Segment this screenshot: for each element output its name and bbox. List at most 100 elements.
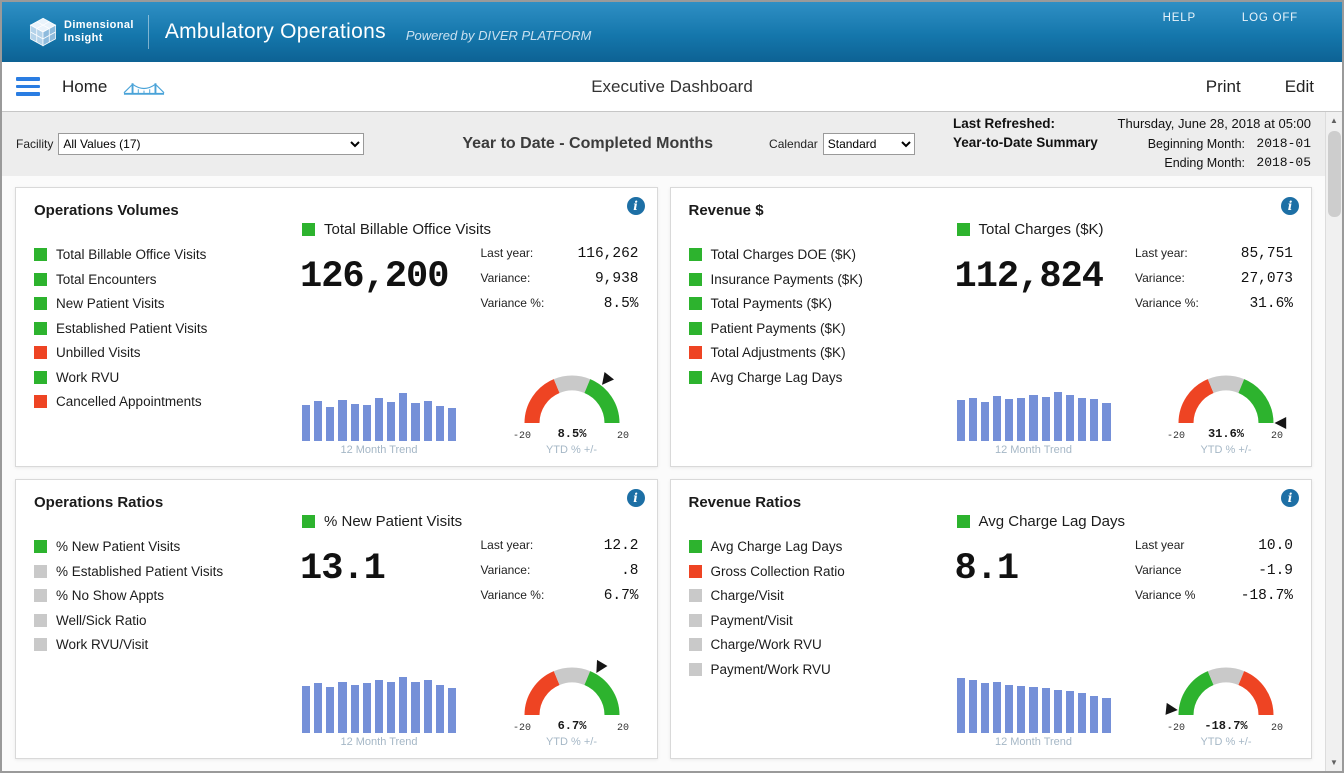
trend-bar[interactable] [314,401,322,441]
trend-bar[interactable] [411,403,419,441]
print-button[interactable]: Print [1206,77,1241,97]
info-icon[interactable]: i [1281,489,1299,507]
trend-bar[interactable] [1042,397,1050,441]
trend-bar-chart[interactable] [300,379,458,441]
trend-bar[interactable] [969,398,977,441]
trend-bar[interactable] [1066,395,1074,441]
info-icon[interactable]: i [627,197,645,215]
trend-bar[interactable] [363,683,371,733]
trend-bar[interactable] [436,685,444,733]
trend-bar[interactable] [448,688,456,733]
trend-bar[interactable] [1042,688,1050,733]
legend-item[interactable]: Cancelled Appointments [34,394,286,409]
legend-item[interactable]: Established Patient Visits [34,321,286,336]
trend-bar[interactable] [424,401,432,441]
trend-bar[interactable] [436,406,444,441]
trend-bar[interactable] [1005,685,1013,733]
legend-item[interactable]: Charge/Visit [689,588,941,603]
facility-select[interactable]: All Values (17) [58,133,364,155]
legend-item[interactable]: Total Charges DOE ($K) [689,247,941,262]
trend-bar-chart[interactable] [955,379,1113,441]
dimensional-insight-logo[interactable]: Dimensional Insight [28,17,134,47]
trend-bar[interactable] [957,678,965,733]
trend-bar[interactable] [1090,399,1098,441]
trend-bar[interactable] [1005,399,1013,441]
legend-item[interactable]: New Patient Visits [34,296,286,311]
legend-item[interactable]: % New Patient Visits [34,539,286,554]
calendar-select[interactable]: Standard [823,133,915,155]
logoff-link[interactable]: LOG OFF [1242,12,1298,24]
trend-bar[interactable] [1029,687,1037,733]
trend-bar[interactable] [993,396,1001,441]
info-icon[interactable]: i [1281,197,1299,215]
help-link[interactable]: HELP [1163,12,1196,24]
trend-bar[interactable] [993,682,1001,733]
trend-bar[interactable] [375,398,383,441]
trend-bar[interactable] [363,405,371,441]
trend-bar[interactable] [1078,398,1086,441]
trend-bar[interactable] [411,682,419,733]
legend-item[interactable]: Avg Charge Lag Days [689,539,941,554]
scroll-up-icon[interactable]: ▲ [1326,112,1342,129]
trend-bar[interactable] [314,683,322,733]
trend-bar[interactable] [387,682,395,733]
trend-bar[interactable] [326,687,334,733]
trend-bar[interactable] [1078,693,1086,733]
legend-item[interactable]: Gross Collection Ratio [689,564,941,579]
gauge-caption: YTD % +/- [505,444,639,458]
trend-bar[interactable] [302,405,310,441]
trend-bar[interactable] [969,680,977,733]
legend-item[interactable]: Charge/Work RVU [689,637,941,652]
legend-item[interactable]: Payment/Work RVU [689,662,941,677]
trend-bar[interactable] [1090,696,1098,733]
trend-bar[interactable] [957,400,965,441]
trend-bar[interactable] [302,686,310,733]
trend-bar[interactable] [375,680,383,733]
scroll-down-icon[interactable]: ▼ [1326,754,1342,771]
ytd-gauge[interactable]: -20206.7% [507,653,637,733]
info-icon[interactable]: i [627,489,645,507]
trend-bar[interactable] [448,408,456,441]
trend-bar[interactable] [1054,690,1062,733]
legend-item[interactable]: Well/Sick Ratio [34,613,286,628]
trend-bar[interactable] [1066,691,1074,733]
scrollbar-thumb[interactable] [1328,131,1341,217]
trend-bar[interactable] [1102,403,1110,441]
trend-bar[interactable] [981,683,989,733]
trend-bar[interactable] [1102,698,1110,733]
trend-bar-chart[interactable] [300,671,458,733]
legend-item[interactable]: % Established Patient Visits [34,564,286,579]
trend-bar[interactable] [1017,398,1025,441]
legend-item[interactable]: % No Show Appts [34,588,286,603]
trend-bar[interactable] [981,402,989,441]
legend-item[interactable]: Work RVU/Visit [34,637,286,652]
legend-item[interactable]: Unbilled Visits [34,345,286,360]
legend-item[interactable]: Total Adjustments ($K) [689,345,941,360]
legend-item[interactable]: Payment/Visit [689,613,941,628]
ytd-gauge[interactable]: -2020-18.7% [1161,653,1291,733]
trend-bar[interactable] [1029,395,1037,442]
trend-bar[interactable] [351,685,359,733]
trend-bar[interactable] [399,393,407,441]
trend-bar[interactable] [424,680,432,733]
vertical-scrollbar[interactable]: ▲ ▼ [1325,112,1342,771]
trend-bar[interactable] [387,402,395,441]
trend-bar[interactable] [338,400,346,441]
legend-item[interactable]: Total Billable Office Visits [34,247,286,262]
trend-bar[interactable] [1017,686,1025,733]
ytd-gauge[interactable]: -202031.6% [1161,361,1291,441]
trend-bar[interactable] [351,404,359,441]
legend-item[interactable]: Work RVU [34,370,286,385]
trend-bar-chart[interactable] [955,671,1113,733]
legend-item[interactable]: Avg Charge Lag Days [689,370,941,385]
legend-item[interactable]: Total Payments ($K) [689,296,941,311]
legend-item[interactable]: Patient Payments ($K) [689,321,941,336]
ytd-gauge[interactable]: -20208.5% [507,361,637,441]
edit-button[interactable]: Edit [1285,77,1314,97]
trend-bar[interactable] [399,677,407,733]
trend-bar[interactable] [338,682,346,733]
legend-item[interactable]: Insurance Payments ($K) [689,272,941,287]
legend-item[interactable]: Total Encounters [34,272,286,287]
trend-bar[interactable] [326,407,334,441]
trend-bar[interactable] [1054,392,1062,441]
